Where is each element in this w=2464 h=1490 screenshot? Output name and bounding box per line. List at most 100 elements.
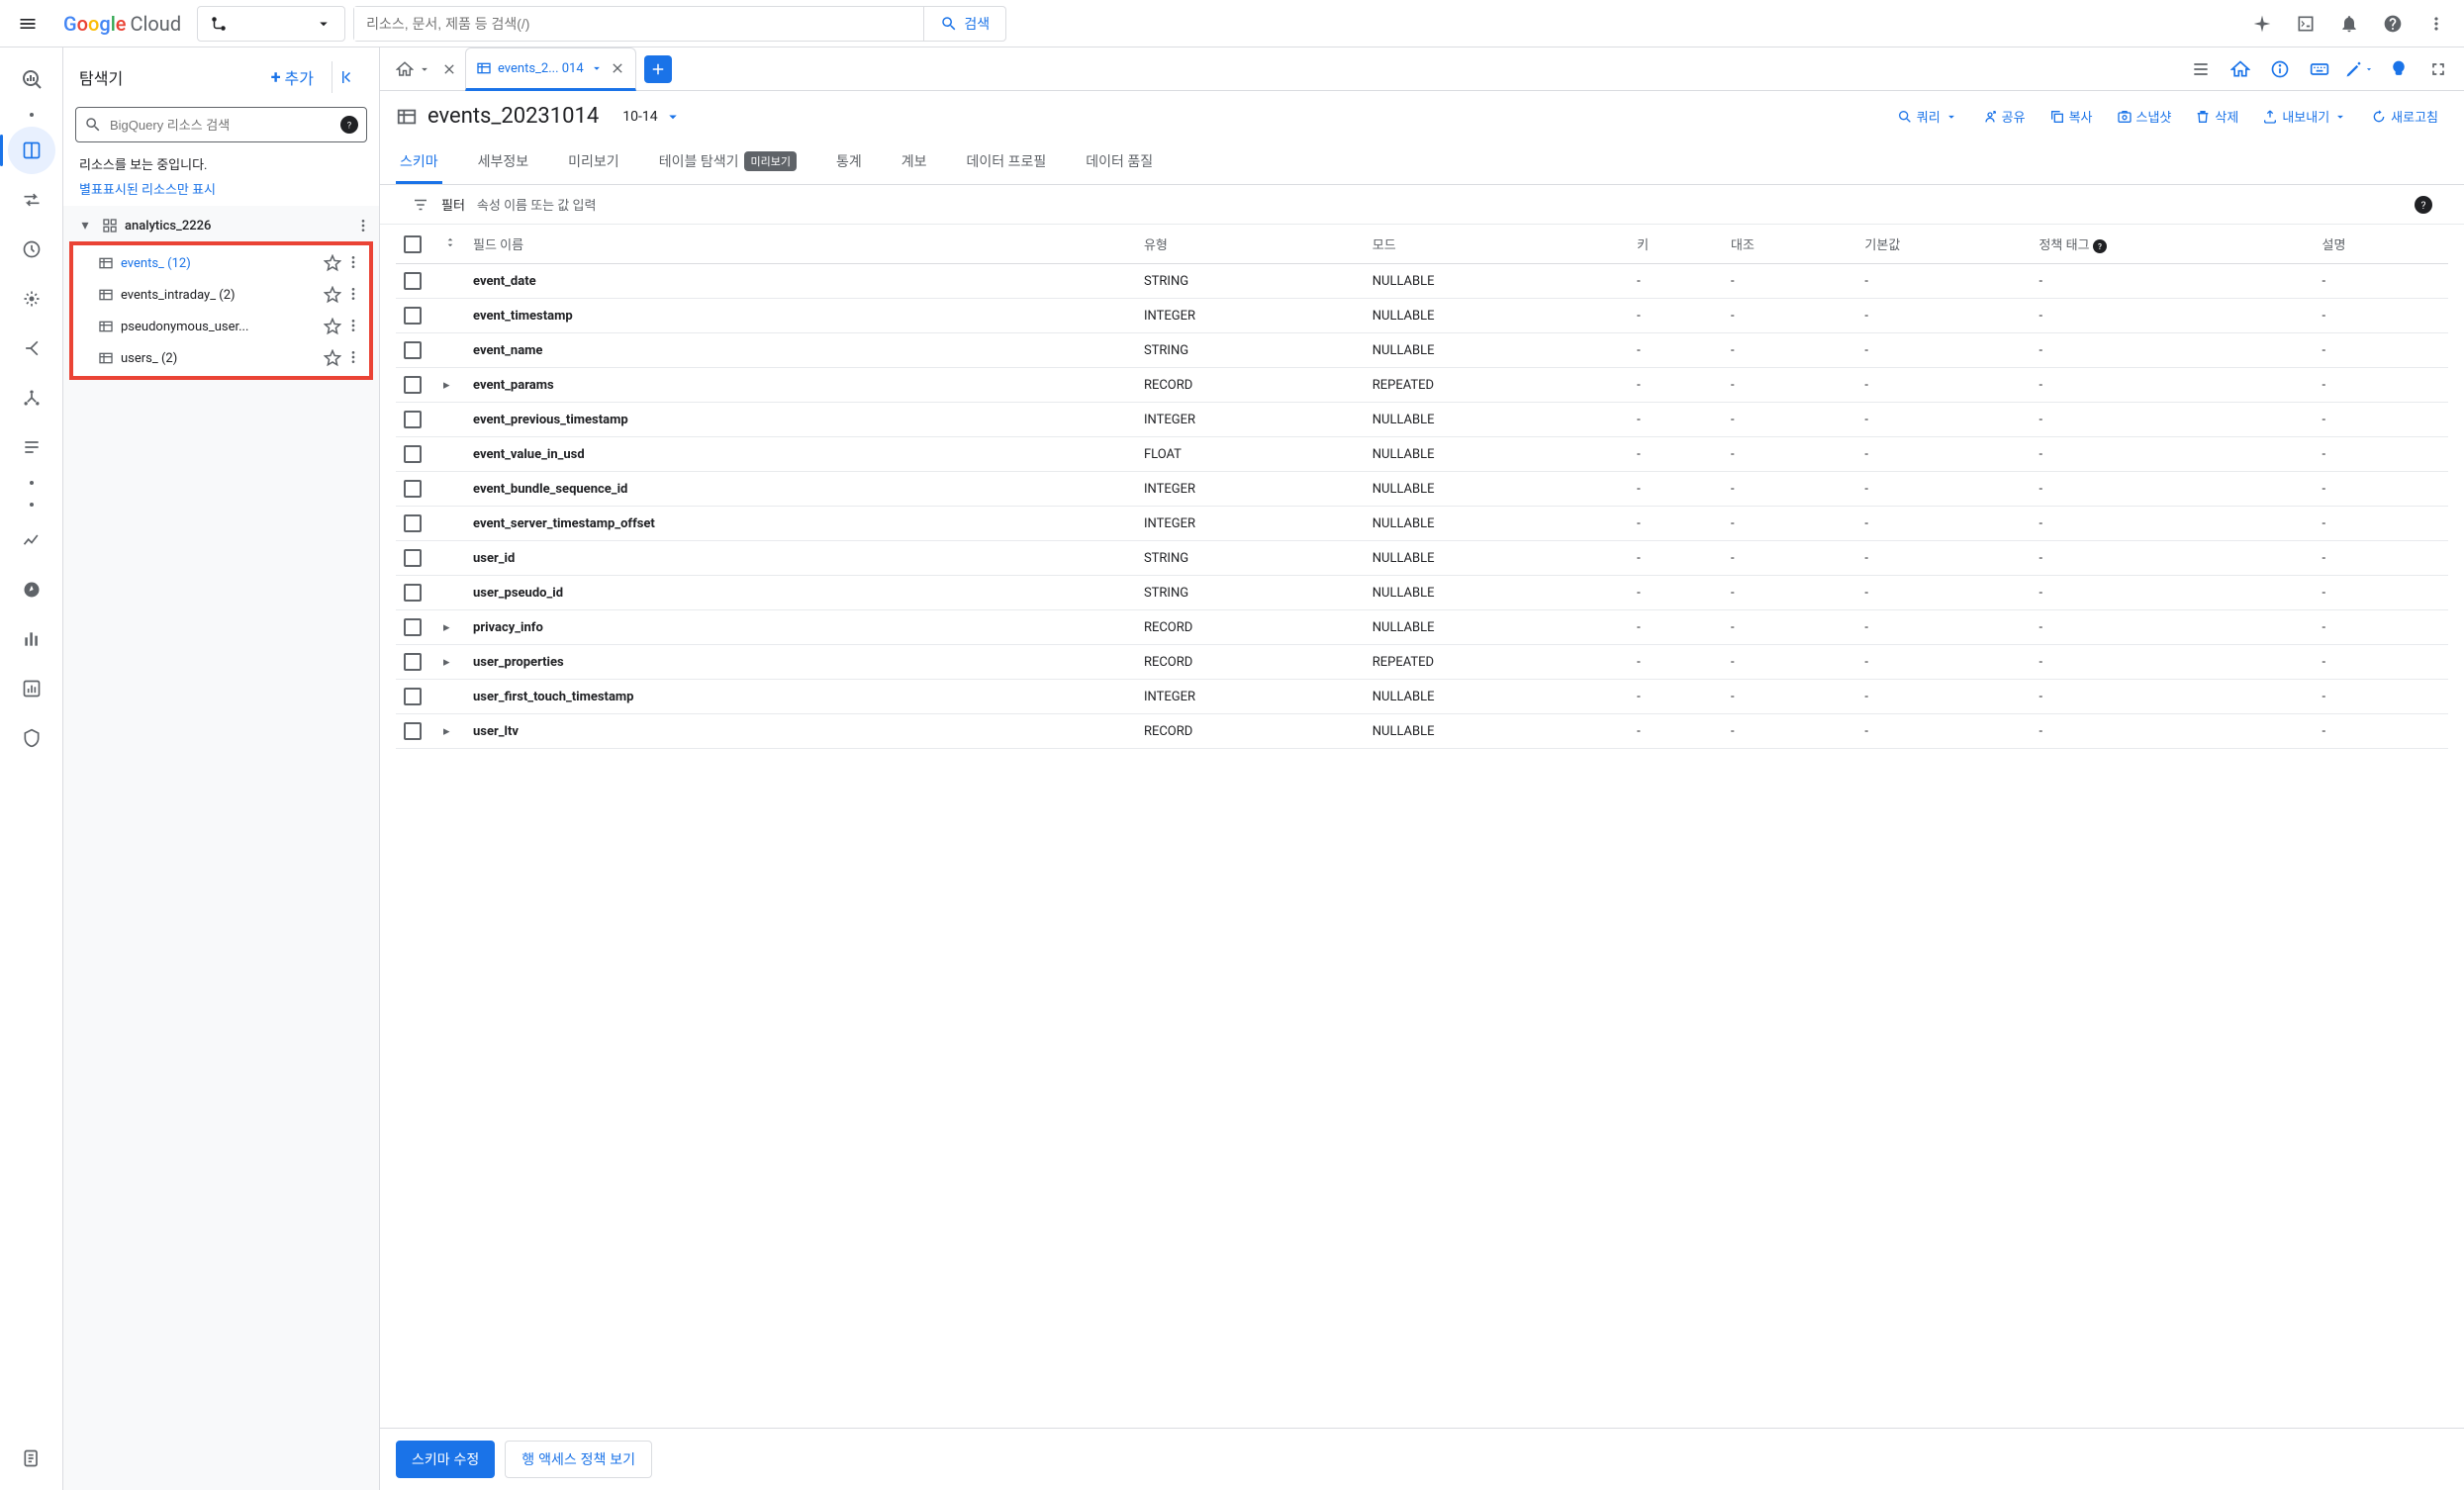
row-checkbox[interactable]	[404, 411, 422, 428]
add-resource-button[interactable]: + 추가	[261, 59, 324, 95]
logo[interactable]: Google Cloud	[55, 12, 189, 36]
home-tab[interactable]	[388, 60, 465, 78]
nav-bi-engine[interactable]	[8, 665, 55, 712]
export-button[interactable]: 내보내기	[2252, 101, 2357, 132]
nav-explore[interactable]	[8, 566, 55, 613]
row-checkbox[interactable]	[404, 514, 422, 532]
header-policy-tags[interactable]: 정책 태그 ?	[2031, 225, 2314, 264]
row-checkbox[interactable]	[404, 341, 422, 359]
more-vert-icon[interactable]	[345, 349, 361, 365]
more-vert-icon[interactable]	[355, 218, 371, 233]
row-checkbox[interactable]	[404, 722, 422, 740]
nav-connections[interactable]	[8, 374, 55, 421]
add-tab-button[interactable]	[644, 55, 672, 83]
nav-partner[interactable]	[8, 423, 55, 471]
sub-tab-lineage[interactable]: 계보	[898, 141, 931, 184]
header-collation[interactable]: 대조	[1723, 225, 1856, 264]
star-icon[interactable]	[324, 254, 341, 272]
header-mode[interactable]: 모드	[1365, 225, 1629, 264]
close-icon[interactable]	[610, 60, 625, 76]
nav-transfers[interactable]	[8, 176, 55, 224]
row-checkbox[interactable]	[404, 307, 422, 325]
refresh-button[interactable]: 새로고침	[2361, 101, 2448, 132]
explorer-search[interactable]: ?	[75, 107, 367, 142]
list-view-icon[interactable]	[2183, 51, 2219, 87]
help-icon[interactable]: ?	[2093, 239, 2107, 253]
view-row-access-button[interactable]: 행 액세스 정책 보기	[505, 1441, 652, 1478]
star-icon[interactable]	[324, 349, 341, 367]
close-icon[interactable]	[441, 61, 457, 77]
help-icon[interactable]: ?	[2415, 196, 2432, 214]
project-selector[interactable]	[197, 6, 345, 42]
collapse-explorer-button[interactable]	[332, 61, 363, 93]
row-checkbox[interactable]	[404, 480, 422, 498]
sub-tab-preview[interactable]: 미리보기	[564, 141, 623, 184]
dataset-row[interactable]: ▾ analytics_2226	[63, 210, 379, 241]
header-default[interactable]: 기본값	[1856, 225, 2031, 264]
header-key[interactable]: 키	[1629, 225, 1723, 264]
row-checkbox[interactable]	[404, 376, 422, 394]
more-icon[interactable]	[2417, 4, 2456, 44]
header-type[interactable]: 유형	[1136, 225, 1365, 264]
copy-button[interactable]: 복사	[2039, 101, 2103, 132]
table-row[interactable]: events_ (12)	[73, 247, 369, 279]
nav-monitoring[interactable]	[8, 516, 55, 564]
row-checkbox[interactable]	[404, 653, 422, 671]
nav-dataform[interactable]	[8, 325, 55, 372]
more-vert-icon[interactable]	[345, 286, 361, 302]
keyboard-icon[interactable]	[2302, 51, 2337, 87]
sub-tab-data-profile[interactable]: 데이터 프로필	[962, 141, 1050, 184]
notifications-icon[interactable]	[2329, 4, 2369, 44]
row-checkbox[interactable]	[404, 584, 422, 602]
table-row[interactable]: events_intraday_ (2)	[73, 279, 369, 311]
row-checkbox[interactable]	[404, 688, 422, 705]
explorer-search-input[interactable]	[110, 118, 332, 133]
star-icon[interactable]	[324, 286, 341, 304]
sub-tab-data-quality[interactable]: 데이터 품질	[1082, 141, 1157, 184]
query-button[interactable]: 쿼리	[1887, 101, 1968, 132]
nav-scheduled[interactable]	[8, 226, 55, 273]
search-button[interactable]: 검색	[923, 7, 1005, 41]
help-icon[interactable]	[2373, 4, 2413, 44]
help-icon[interactable]: ?	[340, 116, 358, 134]
filter-placeholder[interactable]: 속성 이름 또는 값 입력	[477, 195, 2403, 214]
starred-only-link[interactable]: 별표표시된 리소스만 표시	[63, 177, 379, 206]
nav-sql-workspace[interactable]	[8, 127, 55, 174]
nav-bigquery-icon[interactable]	[8, 55, 55, 103]
row-checkbox[interactable]	[404, 549, 422, 567]
more-vert-icon[interactable]	[345, 254, 361, 270]
header-field-name[interactable]: 필드 이름	[465, 225, 1136, 264]
star-icon[interactable]	[324, 318, 341, 335]
nav-policy[interactable]	[8, 714, 55, 762]
fullscreen-icon[interactable]	[2420, 51, 2456, 87]
home-icon-2[interactable]	[2223, 51, 2258, 87]
expand-icon[interactable]: ▸	[443, 378, 457, 393]
table-row[interactable]: users_ (2)	[73, 342, 369, 374]
sort-icon[interactable]	[443, 235, 457, 249]
share-button[interactable]: 공유	[1972, 101, 2036, 132]
lightbulb-icon[interactable]	[2381, 51, 2417, 87]
more-vert-icon[interactable]	[345, 318, 361, 333]
nav-analytics-hub[interactable]	[8, 275, 55, 323]
delete-button[interactable]: 삭제	[2185, 101, 2248, 132]
sub-tab-stats[interactable]: 통계	[832, 141, 866, 184]
snapshot-button[interactable]: 스냅샷	[2107, 101, 2182, 132]
edit-schema-button[interactable]: 스키마 수정	[396, 1441, 495, 1478]
select-all-checkbox[interactable]	[404, 235, 422, 253]
expand-icon[interactable]: ▸	[443, 655, 457, 670]
sub-tab-table-explorer[interactable]: 테이블 탐색기미리보기	[655, 141, 801, 184]
expand-icon[interactable]: ▸	[443, 620, 457, 635]
sub-tab-schema[interactable]: 스키마	[396, 141, 442, 184]
tab-events[interactable]: events_2... 014	[465, 47, 636, 91]
search-input[interactable]	[354, 7, 923, 41]
gemini-icon[interactable]	[2242, 4, 2282, 44]
nav-logs[interactable]	[8, 1435, 55, 1482]
expand-icon[interactable]: ▸	[443, 724, 457, 739]
edit-icon[interactable]	[2341, 51, 2377, 87]
partition-selector[interactable]: 10-14	[615, 108, 689, 126]
nav-capacity[interactable]	[8, 615, 55, 663]
table-row[interactable]: pseudonymous_user...	[73, 311, 369, 342]
cloud-shell-icon[interactable]	[2286, 4, 2325, 44]
row-checkbox[interactable]	[404, 618, 422, 636]
row-checkbox[interactable]	[404, 272, 422, 290]
